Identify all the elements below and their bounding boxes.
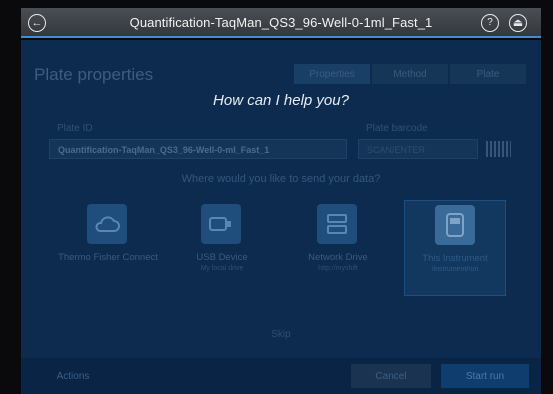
plate-id-field[interactable]: Quantification-TaqMan_QS3_96-Well-0-ml_F… <box>49 139 347 159</box>
send-data-question: Where would you like to send your data? <box>181 173 381 185</box>
cloud-icon <box>87 204 127 244</box>
plate-barcode-label: Plate barcode <box>366 123 428 134</box>
main-screen: Plate properties Properties Method Plate… <box>21 40 541 394</box>
tab-method[interactable]: Method <box>372 64 448 84</box>
destination-label: USB Device <box>196 252 248 263</box>
destination-label: This Instrument <box>422 253 488 264</box>
plate-barcode-field[interactable]: SCAN/ENTER <box>358 139 478 159</box>
destination-thermo-fisher-connect[interactable]: Thermo Fisher Connect <box>57 200 159 296</box>
plate-barcode-value: SCAN/ENTER <box>367 145 426 155</box>
actions-button[interactable]: Actions <box>33 364 113 388</box>
destination-label: Network Drive <box>308 252 368 263</box>
destination-this-instrument[interactable]: This Instrument /instrument/run <box>404 200 506 296</box>
cancel-button[interactable]: Cancel <box>351 364 431 388</box>
start-run-button[interactable]: Start run <box>441 364 529 388</box>
skip-link[interactable]: Skip <box>21 329 541 340</box>
device-frame: ← Quantification-TaqMan_QS3_96-Well-0-1m… <box>0 0 553 394</box>
tab-bar: Properties Method Plate <box>294 64 528 84</box>
destination-label: Thermo Fisher Connect <box>58 252 158 263</box>
destination-sublabel: http://myshift <box>318 265 358 272</box>
barcode-icon[interactable] <box>486 141 511 157</box>
eject-icon[interactable]: ⏏ <box>509 14 527 32</box>
tab-properties[interactable]: Properties <box>294 64 370 84</box>
action-bar: Actions Cancel Start run <box>21 358 541 394</box>
destination-sublabel: My local drive <box>200 265 244 272</box>
window-title: Quantification-TaqMan_QS3_96-Well-0-1ml_… <box>129 15 433 30</box>
page-title: Plate properties <box>34 65 154 84</box>
help-icon[interactable]: ? <box>481 14 499 32</box>
server-icon <box>317 204 357 244</box>
help-prompt: How can I help you? <box>213 92 349 109</box>
plate-id-value: Quantification-TaqMan_QS3_96-Well-0-ml_F… <box>58 145 270 155</box>
destination-usb-device[interactable]: USB Device My local drive <box>171 200 273 296</box>
destination-network-drive[interactable]: Network Drive http://myshift <box>287 200 389 296</box>
plate-id-label: Plate ID <box>57 123 93 134</box>
destination-sublabel: /instrument/run <box>431 266 479 273</box>
title-bar: ← Quantification-TaqMan_QS3_96-Well-0-1m… <box>21 8 541 38</box>
tab-plate[interactable]: Plate <box>450 64 526 84</box>
usb-icon <box>201 204 241 244</box>
instrument-icon <box>435 205 475 245</box>
